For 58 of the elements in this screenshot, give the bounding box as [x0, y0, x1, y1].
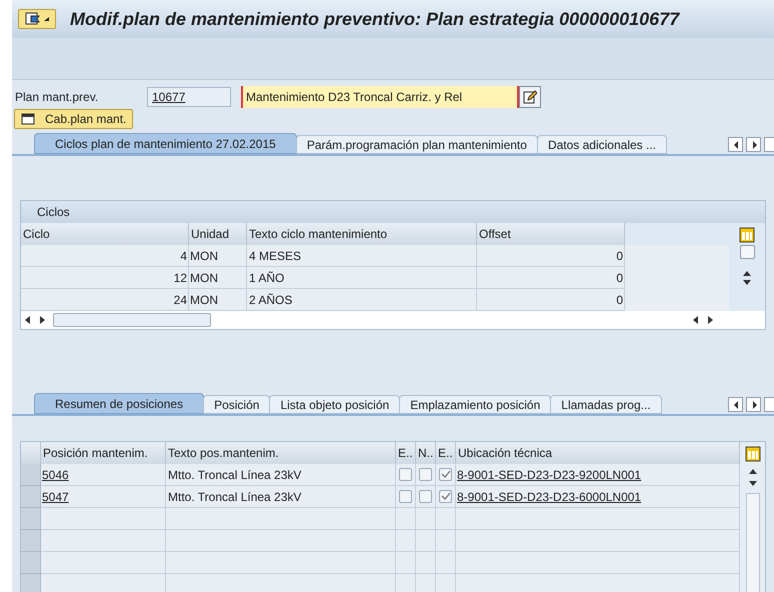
scrollbar-thumb[interactable] [53, 313, 211, 327]
scroll-up-icon[interactable] [742, 269, 752, 277]
scroll-right-icon[interactable] [707, 316, 713, 324]
scroll-left-button[interactable] [728, 137, 743, 152]
menu-button[interactable] [18, 9, 56, 29]
column-header[interactable]: Unidad [189, 223, 247, 245]
description-field[interactable]: Mantenimiento D23 Troncal Carriz. y Rel [241, 86, 519, 108]
column-header[interactable]: Texto ciclo mantenimiento [247, 223, 477, 245]
scroll-up-icon[interactable] [748, 467, 758, 475]
plan-number-field[interactable]: 10677 [147, 87, 231, 107]
column-header[interactable]: E.. [396, 442, 416, 464]
window-title: Modif.plan de mantenimiento preventivo: Plan estrategia 000000010677 [70, 8, 680, 31]
checkbox[interactable] [399, 490, 412, 503]
tab[interactable]: Parám.programación plan mantenimiento [296, 135, 538, 154]
scroll-down-icon[interactable] [748, 480, 758, 488]
position-link[interactable]: 5047 [42, 490, 69, 504]
location-link[interactable]: 8-9001-SED-D23-D23-6000LN001 [457, 490, 642, 504]
tab[interactable]: Posición [203, 395, 270, 414]
table-icon [21, 113, 35, 125]
scroll-right-button[interactable] [746, 397, 761, 412]
column-header[interactable]: Posición mantenim. [41, 442, 166, 464]
scroll-right-icon[interactable] [39, 316, 45, 324]
tab[interactable]: Emplazamiento posición [399, 395, 552, 414]
position-link[interactable]: 5046 [42, 468, 69, 482]
column-header[interactable]: Offset [477, 223, 625, 245]
scrollbar-track[interactable] [746, 493, 760, 592]
column-settings-icon[interactable] [744, 446, 760, 462]
checkbox[interactable] [419, 490, 432, 503]
column-settings-icon[interactable] [739, 227, 755, 243]
document-flag-icon [25, 12, 41, 26]
checkbox[interactable] [399, 468, 412, 481]
checkbox[interactable] [419, 468, 432, 481]
table-title: Ciclos [21, 201, 765, 223]
column-header[interactable]: Texto pos.mantenim. [166, 442, 396, 464]
scroll-left-icon[interactable] [25, 316, 31, 324]
column-header[interactable]: N.. [416, 442, 436, 464]
tab[interactable]: Resumen de posiciones [34, 393, 204, 414]
scroll-down-icon[interactable] [742, 279, 752, 287]
tab[interactable]: Ciclos plan de mantenimiento 27.02.2015 [34, 133, 297, 154]
header-button[interactable]: Cab.plan mant. [14, 109, 134, 129]
field-label: Plan mant.prev. [15, 89, 100, 106]
column-header[interactable]: Ubicación técnica [456, 442, 740, 464]
edit-button[interactable] [519, 86, 541, 108]
column-header[interactable]: Ciclo [21, 223, 189, 245]
scroll-left-icon [732, 140, 740, 150]
tab[interactable]: Lista objeto posición [269, 395, 400, 414]
pencil-icon [523, 90, 537, 104]
scroll-left-icon[interactable] [693, 316, 699, 324]
tab[interactable]: Datos adicionales ... [536, 135, 667, 154]
tab[interactable]: Llamadas prog... [550, 395, 662, 414]
scroll-left-icon [732, 400, 740, 410]
scroll-right-button[interactable] [746, 137, 761, 152]
checkbox[interactable] [439, 490, 452, 503]
location-link[interactable]: 8-9001-SED-D23-D23-9200LN001 [457, 468, 642, 482]
column-header[interactable]: E.. [436, 442, 456, 464]
checkbox[interactable] [439, 468, 452, 481]
caret-icon [44, 17, 49, 21]
scroll-left-button[interactable] [728, 397, 743, 412]
